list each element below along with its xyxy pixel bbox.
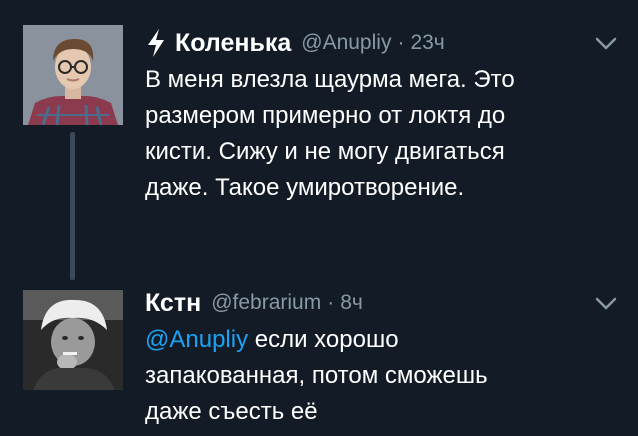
timestamp[interactable]: 23ч — [410, 31, 444, 55]
tweet-text-line: даже. Такое умиротворение. — [145, 174, 465, 201]
author-name[interactable]: Кстн — [145, 289, 201, 318]
tweet[interactable]: Коленька @Anupliy · 23ч В меня влезла ща… — [0, 0, 638, 280]
lightning-icon — [148, 29, 164, 57]
tweet-text-line: @Anupliy если хорошо — [145, 322, 615, 358]
author-handle[interactable]: @Anupliy — [301, 31, 391, 55]
mention-link[interactable]: @Anupliy — [145, 326, 248, 353]
tweet-text-fragment: если хорошо — [248, 326, 399, 353]
tweet-text: В меня влезла щаурма мега. Это размером … — [145, 62, 615, 206]
timestamp[interactable]: 8ч — [340, 291, 363, 315]
tweet-text-line: даже съесть её — [145, 398, 318, 425]
thread-line — [70, 132, 75, 280]
reply-tweet[interactable]: Кстн @febrarium · 8ч @Anupliy если хорош… — [0, 280, 638, 436]
tweet-text-line: В меня влезла щаурма мега. Это — [145, 66, 515, 93]
tweet-text: @Anupliy если хорошо запакованная, потом… — [145, 322, 615, 430]
avatar[interactable] — [23, 290, 123, 390]
separator: · — [327, 291, 335, 314]
tweet-text-line: размером примерно от локтя до — [145, 102, 506, 129]
separator: · — [397, 31, 405, 54]
tweet-text-line: запакованная, потом сможешь — [145, 362, 488, 389]
tweet-header: Кстн @febrarium · 8ч — [145, 286, 363, 320]
tweet-header: Коленька @Anupliy · 23ч — [145, 26, 445, 60]
author-handle[interactable]: @febrarium — [211, 291, 321, 315]
author-name[interactable]: Коленька — [175, 29, 291, 58]
chevron-down-icon[interactable] — [594, 36, 618, 52]
avatar[interactable] — [23, 25, 123, 125]
chevron-down-icon[interactable] — [594, 296, 618, 312]
tweet-text-line: кисти. Сижу и не могу двигаться — [145, 138, 505, 165]
